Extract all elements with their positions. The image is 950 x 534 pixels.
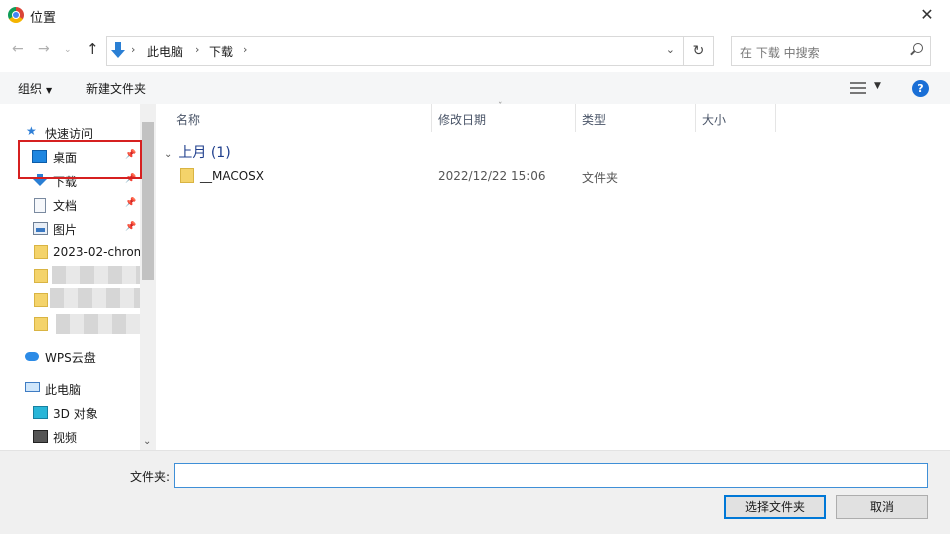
forward-arrow-icon[interactable]: → — [38, 41, 50, 57]
view-details-icon[interactable] — [850, 82, 866, 94]
scroll-down-chevron-icon[interactable]: ⌄ — [143, 436, 151, 447]
sidebar-item-label: WPS云盘 — [45, 351, 96, 365]
breadcrumb-downloads[interactable]: 下载 — [209, 43, 233, 60]
address-history-chevron-icon[interactable]: ⌄ — [666, 43, 675, 56]
help-icon[interactable]: ? — [912, 80, 929, 97]
folder-icon — [34, 317, 48, 331]
sidebar-item-label: 3D 对象 — [53, 407, 98, 421]
quick-access-star-icon: ★ — [26, 124, 37, 138]
column-header-date-modified[interactable]: 修改日期 — [432, 104, 576, 132]
recent-locations-chevron-icon[interactable]: ⌄ — [64, 45, 72, 55]
organize-label: 组织 — [18, 82, 43, 96]
cloud-icon — [25, 352, 39, 361]
chrome-icon — [8, 7, 24, 23]
download-folder-icon — [111, 42, 125, 60]
group-collapse-chevron-icon: ⌄ — [164, 149, 173, 160]
folder-field-label: 文件夹: — [130, 470, 171, 484]
sidebar-item-folder[interactable]: 2023-02-chrom — [0, 242, 140, 264]
folder-name-input[interactable] — [174, 463, 928, 488]
close-button[interactable]: ✕ — [904, 0, 950, 30]
search-placeholder: 在 下载 中搜索 — [740, 46, 820, 60]
address-bar[interactable]: › 此电脑 › 下载 › ⌄ — [106, 36, 684, 66]
breadcrumb-separator[interactable]: › — [243, 43, 247, 56]
column-header-size[interactable]: 大小 — [696, 104, 776, 132]
breadcrumb-separator[interactable]: › — [131, 43, 135, 56]
dialog-footer: 文件夹: 选择文件夹 取消 — [0, 450, 950, 534]
sidebar-item-pictures[interactable]: 图片 📌 — [0, 218, 140, 240]
picture-icon — [33, 222, 48, 235]
video-icon — [33, 430, 48, 443]
sidebar-scrollbar-thumb[interactable] — [142, 122, 154, 280]
file-name: __MACOSX — [200, 169, 265, 183]
group-label: 上月 (1) — [178, 145, 231, 161]
sidebar-item-label: 此电脑 — [45, 383, 82, 397]
organize-menu-button[interactable]: 组织 ▼ — [18, 80, 52, 97]
group-header-last-month[interactable]: ⌄ 上月 (1) — [164, 142, 231, 162]
select-folder-button[interactable]: 选择文件夹 — [724, 495, 826, 519]
window-title: 位置 — [30, 11, 57, 26]
sidebar-item-wps-cloud[interactable]: WPS云盘 — [0, 346, 140, 368]
file-list: 名称 修改日期 ˇ 类型 大小 ⌄ 上月 (1) __MACOSX 2022/12… — [156, 102, 950, 450]
navigation-bar: ← → ⌄ ↑ › 此电脑 › 下载 › ⌄ ↻ 在 下载 中搜索 — [0, 34, 950, 66]
column-header-name[interactable]: 名称 — [170, 104, 432, 132]
command-toolbar: 组织 ▼ 新建文件夹 ▼ — [0, 72, 950, 104]
redacted-label — [52, 266, 152, 284]
up-arrow-icon[interactable]: ↑ — [86, 40, 99, 58]
folder-icon — [34, 245, 48, 259]
breadcrumb-separator[interactable]: › — [195, 43, 199, 56]
sidebar-item-videos[interactable]: 视频 — [0, 426, 140, 448]
pin-icon: 📌 — [125, 198, 137, 208]
search-icon[interactable] — [910, 43, 923, 55]
sidebar-item-documents[interactable]: 文档 📌 — [0, 194, 140, 216]
cancel-button[interactable]: 取消 — [836, 495, 928, 519]
sidebar-item-label: 文档 — [53, 199, 78, 213]
computer-icon — [25, 382, 40, 392]
sidebar-item-label: 视频 — [53, 431, 78, 445]
folder-icon — [34, 269, 48, 283]
file-type: 文件夹 — [582, 171, 619, 185]
pin-icon: 📌 — [125, 222, 137, 232]
back-arrow-icon[interactable]: ← — [12, 41, 24, 57]
sort-indicator-icon: ˇ — [498, 102, 503, 112]
sidebar-item-label: 2023-02-chrom — [53, 245, 140, 259]
search-input[interactable]: 在 下载 中搜索 — [731, 36, 931, 66]
breadcrumb-this-pc[interactable]: 此电脑 — [147, 43, 183, 60]
column-header-type[interactable]: 类型 — [576, 104, 696, 132]
view-options-dropdown-icon[interactable]: ▼ — [874, 81, 881, 91]
table-row[interactable]: __MACOSX 2022/12/22 15:06 文件夹 — [164, 164, 944, 188]
highlight-annotation — [18, 140, 142, 179]
3d-objects-icon — [33, 406, 48, 419]
folder-icon — [34, 293, 48, 307]
sidebar-item-label: 图片 — [53, 223, 78, 237]
refresh-button[interactable]: ↻ — [684, 36, 714, 66]
folder-icon — [180, 168, 194, 183]
title-bar: 位置 ✕ — [0, 0, 950, 30]
sidebar-item-this-pc[interactable]: 此电脑 — [0, 378, 140, 400]
document-icon — [34, 198, 46, 213]
organize-dropdown-icon: ▼ — [46, 86, 53, 95]
file-date-modified: 2022/12/22 15:06 — [438, 169, 546, 183]
new-folder-button[interactable]: 新建文件夹 — [86, 80, 146, 97]
sidebar-item-3d-objects[interactable]: 3D 对象 — [0, 402, 140, 424]
